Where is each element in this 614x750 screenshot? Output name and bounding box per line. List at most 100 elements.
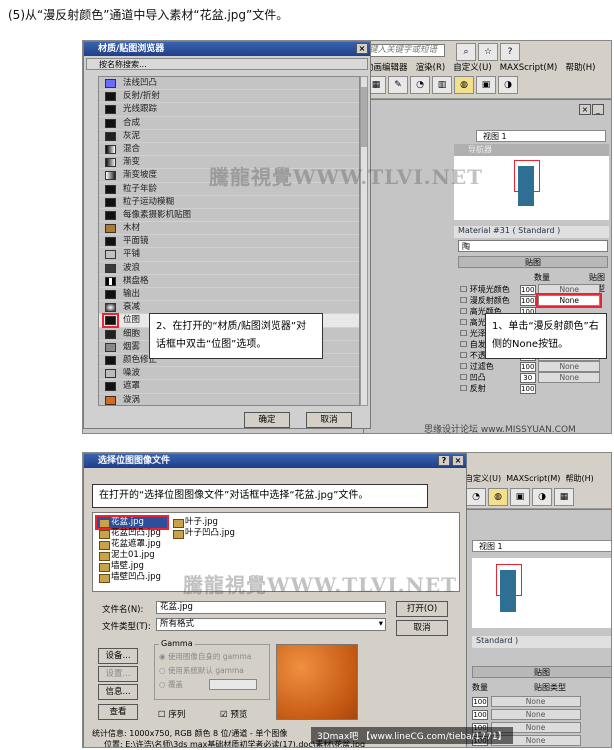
map-checkbox[interactable]: ☐ <box>460 373 467 382</box>
file-item[interactable]: 墙壁.jpg <box>97 561 167 572</box>
list-item[interactable]: 灰泥 <box>99 130 359 143</box>
help-icon[interactable]: ? <box>500 43 520 61</box>
material-editor-icon[interactable]: ◍ <box>454 76 474 94</box>
toolbar-tool-icon[interactable]: ◑ <box>532 488 552 506</box>
toolbar-tool-icon[interactable]: ▦ <box>554 488 574 506</box>
list-item[interactable]: 法线凹凸 <box>99 77 359 91</box>
list-item[interactable]: 棋盘格 <box>99 275 359 288</box>
file-item[interactable]: 花盆凹凸.jpg <box>97 528 167 539</box>
gamma-override-value[interactable] <box>209 679 257 690</box>
map-amount[interactable]: 100 <box>519 384 536 394</box>
sequence-checkbox[interactable]: ☐ 序列 <box>158 708 185 720</box>
browser-ok-button[interactable]: 确定 <box>244 412 290 428</box>
menu-item-help[interactable]: 帮助(H) <box>565 63 595 73</box>
scroll-thumb[interactable] <box>361 87 367 147</box>
map-amount[interactable]: 30 <box>519 373 536 383</box>
star-icon[interactable]: ☆ <box>478 43 498 61</box>
toolbar-tool-icon[interactable]: ◔ <box>410 76 430 94</box>
map-amount[interactable]: 100 <box>472 697 488 707</box>
toolbar-tool-icon[interactable]: ◑ <box>498 76 518 94</box>
map-checkbox[interactable]: ☐ <box>460 384 467 393</box>
toolbar-tool-icon[interactable]: ▥ <box>432 76 452 94</box>
browser-search[interactable]: 按名称搜索... <box>86 58 368 70</box>
file-item[interactable]: 墙壁凹凸.jpg <box>97 572 167 583</box>
list-item[interactable]: 光线跟踪 <box>99 103 359 117</box>
map-checkbox[interactable]: ☐ <box>460 307 467 316</box>
list-item[interactable]: 混合 <box>99 143 359 157</box>
menu-item-render[interactable]: 渲染(R) <box>416 63 446 73</box>
help-icon[interactable]: ? <box>438 455 450 466</box>
minimize-icon[interactable]: _ <box>592 104 604 115</box>
map-none-button[interactable]: None <box>490 709 581 720</box>
toolbar-tool-icon[interactable]: ▣ <box>510 488 530 506</box>
cancel-button[interactable]: 取消 <box>396 620 448 636</box>
map-checkbox[interactable]: ☐ <box>460 362 467 371</box>
list-item[interactable]: 输出 <box>99 288 359 302</box>
list-item[interactable]: 平铺 <box>99 248 359 262</box>
close-icon[interactable]: × <box>452 455 464 466</box>
settings-button[interactable]: 设置... <box>98 666 138 682</box>
map-none-button[interactable]: None <box>538 361 601 372</box>
map-none-button[interactable]: None <box>490 696 581 707</box>
map-none-button[interactable]: None <box>538 284 601 295</box>
material-name-field[interactable]: 陶 <box>458 240 608 252</box>
menu-item-maxscript[interactable]: MAXScript(M) <box>500 63 558 73</box>
list-item[interactable]: 噪波 <box>99 367 359 381</box>
maps-rollout-title[interactable]: 贴图 <box>472 666 611 678</box>
toolbar-tool-icon[interactable]: ◔ <box>466 488 486 506</box>
map-checkbox[interactable]: ☐ <box>460 329 467 338</box>
file-item[interactable]: 花盆遮罩.jpg <box>97 539 167 550</box>
list-item[interactable]: 波浪 <box>99 262 359 275</box>
setup-button[interactable]: 设备... <box>98 648 138 664</box>
menu-item-customize[interactable]: 自定义(U) <box>465 474 501 483</box>
map-amount[interactable]: 100 <box>472 710 488 720</box>
gamma-option-image[interactable]: ◉ 使用图像自身的 gamma <box>159 651 251 662</box>
preview-checkbox[interactable]: ☑ 预览 <box>220 708 247 720</box>
browser-scrollbar[interactable] <box>360 76 368 406</box>
filetype-select[interactable]: 所有格式 ▾ <box>156 618 386 631</box>
maps-rollout-title[interactable]: 贴图 <box>458 256 608 268</box>
filename-input[interactable]: 花盆.jpg <box>156 601 386 614</box>
map-amount[interactable]: 100 <box>519 296 536 306</box>
map-amount[interactable]: 100 <box>519 362 536 372</box>
list-item[interactable]: 每像素摄影机贴图 <box>99 209 359 223</box>
close-icon[interactable]: × <box>579 104 591 115</box>
map-checkbox[interactable]: ☐ <box>460 285 467 294</box>
menu-item-animation-editor[interactable]: 动画编辑器 <box>365 63 408 73</box>
file-item[interactable]: 泥土01.jpg <box>97 550 167 561</box>
gamma-option-system[interactable]: ○ 使用系统默认 gamma <box>159 665 244 676</box>
browser-cancel-button[interactable]: 取消 <box>306 412 352 428</box>
list-item[interactable]: 木材 <box>99 222 359 236</box>
diffuse-none-button[interactable]: None <box>536 293 603 308</box>
menu-item-help[interactable]: 帮助(H) <box>566 474 594 483</box>
map-amount[interactable]: 100 <box>519 285 536 295</box>
menu-item-maxscript[interactable]: MAXScript(M) <box>506 474 560 483</box>
keyword-search-input[interactable]: 键入关键字或短语 <box>365 44 445 57</box>
map-checkbox[interactable]: ☐ <box>460 296 467 305</box>
list-item[interactable]: 合成 <box>99 117 359 130</box>
info-button[interactable]: 信息... <box>98 684 138 700</box>
open-button[interactable]: 打开(O) <box>396 601 448 617</box>
map-checkbox[interactable]: ☐ <box>460 351 467 360</box>
gamma-option-override[interactable]: ○ 覆盖 <box>159 679 183 690</box>
toolbar-tool-icon[interactable]: ▣ <box>476 76 496 94</box>
viewport-label[interactable]: 视图 1 <box>472 540 611 552</box>
map-none-button[interactable]: None <box>538 372 601 383</box>
material-editor-icon[interactable]: ◍ <box>488 488 508 506</box>
list-item[interactable]: 粒子运动模糊 <box>99 196 359 209</box>
search-icon[interactable]: ⌕ <box>456 43 476 61</box>
list-item[interactable]: 平面镜 <box>99 235 359 249</box>
menu-item-customize[interactable]: 自定义(U) <box>453 63 491 73</box>
map-checkbox[interactable]: ☐ <box>460 318 467 327</box>
file-item[interactable]: 叶子凹凸.jpg <box>171 528 251 539</box>
file-item[interactable]: 叶子.jpg <box>171 517 251 528</box>
list-item[interactable]: 遮罩 <box>99 380 359 394</box>
map-checkbox[interactable]: ☐ <box>460 340 467 349</box>
viewport-label[interactable]: 视图 1 <box>476 130 606 142</box>
toolbar-tool-icon[interactable]: ✎ <box>388 76 408 94</box>
close-icon[interactable]: × <box>356 43 368 54</box>
file-item-selected[interactable]: 花盆.jpg <box>95 515 169 530</box>
view-button[interactable]: 查看 <box>98 704 138 720</box>
list-item[interactable]: 反射/折射 <box>99 90 359 104</box>
list-item[interactable]: 漩涡 <box>99 394 359 406</box>
